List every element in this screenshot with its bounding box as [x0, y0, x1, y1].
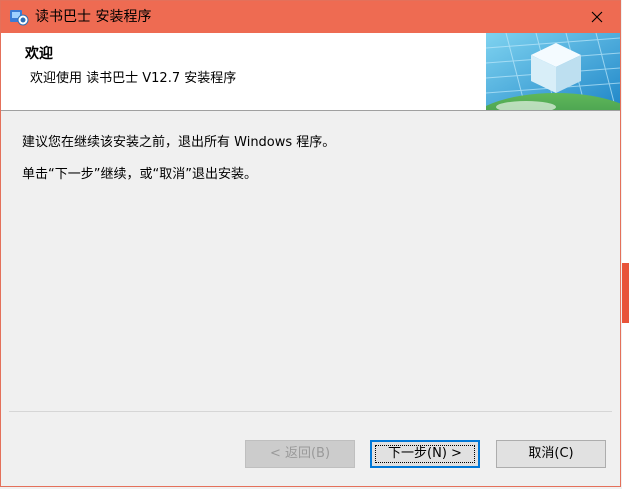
focus-rectangle	[375, 445, 475, 463]
background-app-strip	[622, 0, 629, 489]
installer-icon	[10, 10, 29, 26]
banner-title: 欢迎	[25, 46, 53, 62]
close-button[interactable]	[574, 1, 620, 33]
title-bar[interactable]: 读书巴士 安装程序	[1, 1, 620, 33]
instruction-text-2: 单击“下一步”继续，或“取消”退出安装。	[22, 167, 257, 182]
installer-window: 读书巴士 安装程序 欢迎 欢迎使用 读书巴士 V12.7 安装程序 建议您在继续…	[0, 0, 621, 487]
content-area: 建议您在继续该安装之前，退出所有 Windows 程序。 单击“下一步”继续，或…	[1, 111, 620, 411]
banner-subtitle: 欢迎使用 读书巴士 V12.7 安装程序	[30, 71, 237, 86]
next-button[interactable]: 下一步(N) >	[370, 440, 480, 468]
back-button[interactable]: < 返回(B)	[245, 440, 355, 468]
installer-cube-graphic	[486, 33, 620, 110]
footer-divider	[9, 411, 612, 412]
button-bar: < 返回(B) 下一步(N) > 取消(C)	[1, 411, 620, 487]
instruction-text-1: 建议您在继续该安装之前，退出所有 Windows 程序。	[22, 135, 336, 150]
cancel-button[interactable]: 取消(C)	[496, 440, 606, 468]
window-title: 读书巴士 安装程序	[35, 9, 152, 25]
welcome-banner: 欢迎 欢迎使用 读书巴士 V12.7 安装程序	[1, 33, 620, 111]
close-icon	[591, 11, 603, 23]
